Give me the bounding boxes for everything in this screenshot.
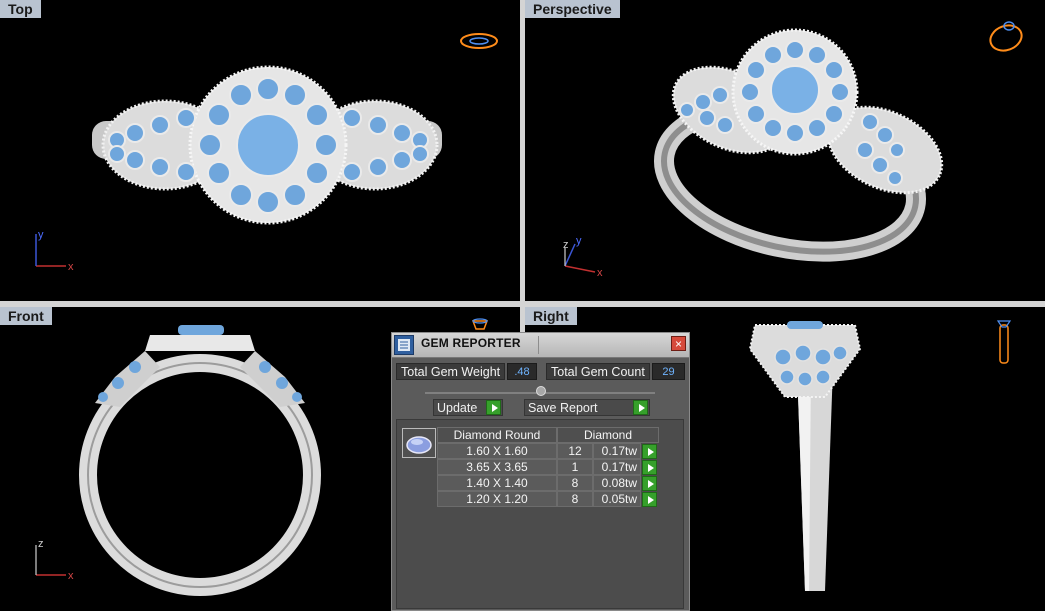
report-icon — [394, 335, 414, 355]
gem-weight: 0.05tw — [593, 491, 641, 507]
total-gem-weight-label: Total Gem Weight — [396, 363, 505, 380]
viewport-perspective[interactable]: Perspective z y x — [525, 0, 1045, 301]
viewport-label-right[interactable]: Right — [525, 307, 577, 325]
gem-weight: 0.17tw — [593, 459, 641, 475]
viewport-label-front[interactable]: Front — [0, 307, 52, 325]
gem-size: 1.20 X 1.20 — [437, 491, 557, 507]
save-report-button-label: Save Report — [528, 401, 598, 415]
gem-reporter-panel[interactable]: GEM REPORTER × Total Gem Weight .48 Tota… — [391, 332, 690, 611]
gem-size: 1.60 X 1.60 — [437, 443, 557, 459]
header-diamond: Diamond — [557, 427, 659, 443]
axis-y-label-perspective: y — [576, 235, 582, 247]
total-gem-count-value: 29 — [652, 363, 685, 380]
gem-size: 3.65 X 3.65 — [437, 459, 557, 475]
close-icon[interactable]: × — [671, 336, 686, 351]
gem-weight: 0.08tw — [593, 475, 641, 491]
gem-reporter-titlebar[interactable]: GEM REPORTER × — [392, 333, 689, 358]
play-arrow-icon[interactable] — [642, 476, 657, 491]
gem-count: 8 — [557, 475, 593, 491]
play-arrow-icon[interactable] — [642, 444, 657, 459]
axis-indicator-front: z x — [35, 538, 74, 581]
update-button-label: Update — [437, 401, 478, 415]
update-button[interactable]: Update — [433, 399, 503, 416]
gem-count: 8 — [557, 491, 593, 507]
play-arrow-icon[interactable] — [642, 460, 657, 475]
viewport-label-top[interactable]: Top — [0, 0, 41, 18]
axis-indicator-perspective: z y x — [563, 235, 603, 278]
axis-indicator-top: y x — [35, 229, 74, 272]
axis-x-label-perspective: x — [597, 267, 603, 278]
axis-z-label-perspective: z — [563, 239, 569, 251]
gem-size: 1.40 X 1.40 — [437, 475, 557, 491]
ring-nav-icon-right[interactable] — [993, 317, 1015, 369]
ring-nav-icon[interactable] — [458, 28, 500, 52]
panel-splitter-handle[interactable] — [536, 386, 546, 396]
header-diamond-round: Diamond Round — [437, 427, 557, 443]
total-gem-count-label: Total Gem Count — [546, 363, 650, 380]
gem-reporter-title: GEM REPORTER — [421, 336, 521, 350]
play-arrow-icon[interactable] — [642, 492, 657, 507]
axis-x-label-front: x — [68, 570, 74, 581]
play-arrow-icon — [486, 400, 501, 415]
gem-count: 12 — [557, 443, 593, 459]
total-gem-weight-value: .48 — [507, 363, 537, 380]
gem-icon[interactable] — [402, 428, 436, 458]
axis-z-label-front: z — [38, 538, 44, 550]
gem-weight: 0.17tw — [593, 443, 641, 459]
axis-y-label-top: y — [38, 229, 44, 241]
gem-list: Diamond Round Diamond 1.60 X 1.60 12 0.1… — [396, 419, 684, 609]
viewport-top[interactable]: Top y x — [0, 0, 520, 301]
viewport-label-perspective[interactable]: Perspective — [525, 0, 620, 18]
gem-count: 1 — [557, 459, 593, 475]
ring-nav-icon-perspective[interactable] — [985, 16, 1027, 56]
titlebar-divider — [538, 336, 539, 354]
axis-x-label-top: x — [68, 261, 74, 272]
play-arrow-icon — [633, 400, 648, 415]
save-report-button[interactable]: Save Report — [524, 399, 650, 416]
